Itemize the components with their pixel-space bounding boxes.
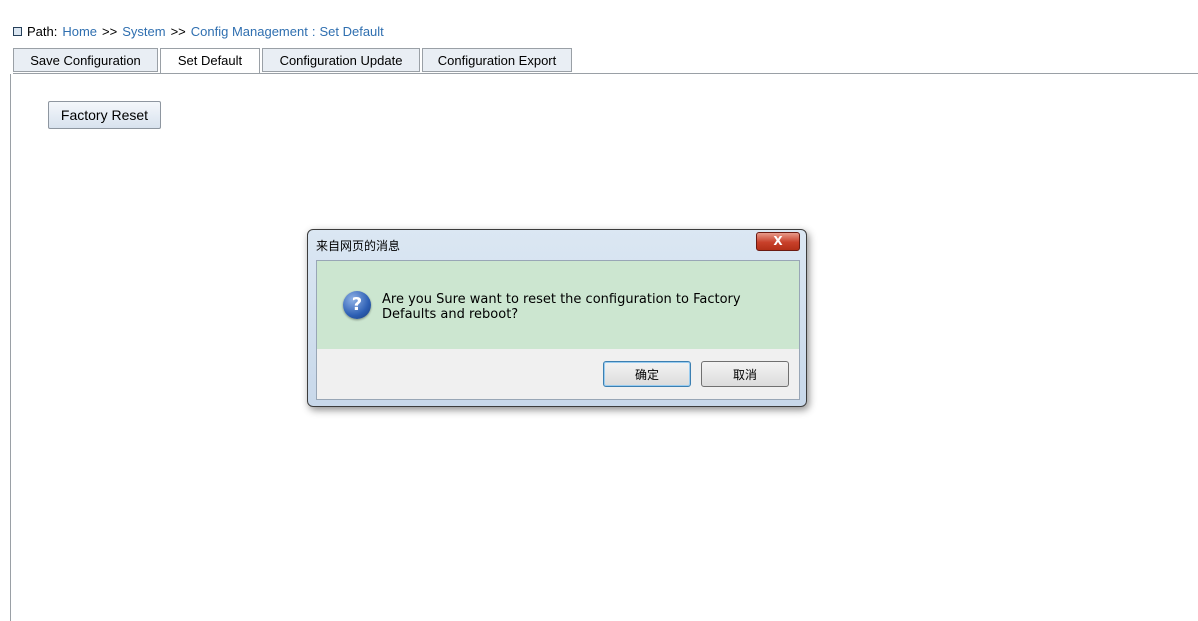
tab-configuration-update[interactable]: Configuration Update xyxy=(262,48,420,72)
factory-reset-button[interactable]: Factory Reset xyxy=(48,101,161,129)
crumb-colon-separator: : xyxy=(311,23,316,39)
crumb-set-default[interactable]: Set Default xyxy=(319,24,383,39)
left-border xyxy=(10,74,11,621)
question-icon: ? xyxy=(343,291,371,319)
tab-configuration-export[interactable]: Configuration Export xyxy=(422,48,572,72)
close-icon[interactable]: X xyxy=(756,232,800,251)
tab-save-configuration[interactable]: Save Configuration xyxy=(13,48,158,72)
breadcrumb: Path: Home >> System >> Config Managemen… xyxy=(13,22,384,40)
ok-button[interactable]: 确定 xyxy=(603,361,691,387)
crumb-system[interactable]: System xyxy=(122,24,165,39)
tab-set-default[interactable]: Set Default xyxy=(160,48,260,74)
tab-underline xyxy=(13,73,1198,74)
confirm-dialog: 来自网页的消息 X ? Are you Sure want to reset t… xyxy=(307,229,807,407)
dialog-message-area: ? Are you Sure want to reset the configu… xyxy=(317,261,799,349)
crumb-config-management[interactable]: Config Management xyxy=(191,24,308,39)
tab-bar: Save Configuration Set Default Configura… xyxy=(13,48,574,74)
crumb-home[interactable]: Home xyxy=(62,24,97,39)
path-label: Path: xyxy=(27,23,58,39)
path-square-icon xyxy=(13,26,22,36)
crumb-separator: >> xyxy=(170,23,186,39)
crumb-separator: >> xyxy=(102,23,118,39)
dialog-message: Are you Sure want to reset the configura… xyxy=(382,292,741,322)
cancel-button[interactable]: 取消 xyxy=(701,361,789,387)
dialog-title: 来自网页的消息 xyxy=(316,239,401,253)
dialog-body: ? Are you Sure want to reset the configu… xyxy=(316,260,800,400)
